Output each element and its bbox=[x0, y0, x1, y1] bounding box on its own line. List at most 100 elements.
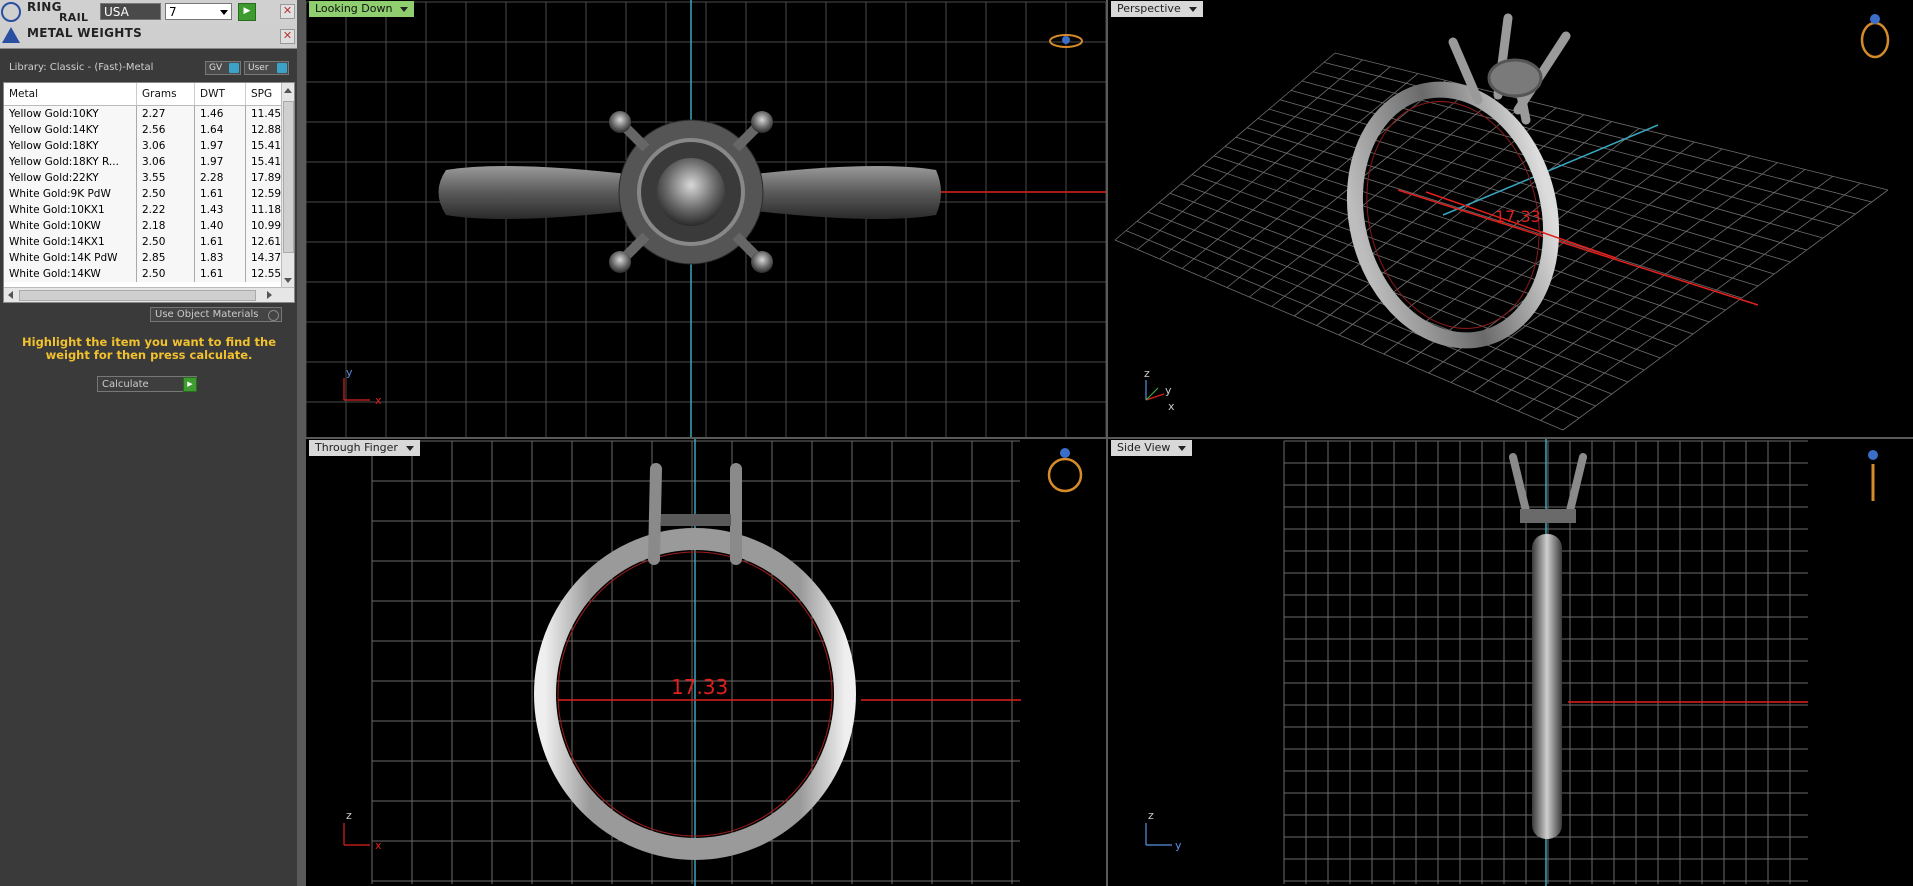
axis-label-z: z bbox=[346, 809, 352, 822]
viewport-through-finger[interactable]: 17.33 z x Through Finger bbox=[306, 439, 1106, 886]
use-object-materials-label: Use Object Materials bbox=[155, 309, 259, 320]
cell-dwt: 1.43 bbox=[194, 202, 246, 218]
view-cube-ring-icon bbox=[1868, 450, 1878, 501]
country-select[interactable]: USA bbox=[100, 3, 161, 20]
ring-rail-close-button[interactable]: ✕ bbox=[280, 4, 295, 19]
viewport-label-text: Through Finger bbox=[315, 441, 398, 454]
ring-side-profile bbox=[1532, 534, 1562, 839]
viewport-menu-looking-down[interactable]: Looking Down bbox=[309, 1, 415, 17]
user-label: User bbox=[248, 63, 269, 73]
table-row[interactable]: Yellow Gold:14KY 2.56 1.64 12.88 bbox=[4, 122, 292, 138]
cell-metal: Yellow Gold:22KY bbox=[4, 170, 137, 186]
gv-indicator-icon bbox=[229, 63, 239, 73]
scroll-left-icon[interactable] bbox=[8, 291, 13, 299]
axis-gizmo: y x bbox=[343, 366, 382, 407]
col-header-metal[interactable]: Metal bbox=[4, 83, 137, 106]
table-vertical-scrollbar[interactable] bbox=[281, 83, 294, 288]
chevron-down-icon bbox=[1188, 6, 1197, 12]
cell-grams: 2.50 bbox=[136, 234, 195, 250]
table-row[interactable]: Yellow Gold:10KY 2.27 1.46 11.45 bbox=[4, 105, 292, 122]
ring-rail-title-line1: RING bbox=[27, 0, 62, 14]
ring-rail-logo-icon bbox=[1, 2, 21, 22]
ring-rail-bar: RING RAIL USA 7 ▶ ✕ bbox=[0, 0, 297, 25]
chevron-down-icon bbox=[1178, 445, 1187, 451]
gv-label: GV bbox=[209, 63, 223, 73]
col-header-grams[interactable]: Grams bbox=[136, 83, 195, 106]
viewport-side-view[interactable]: z y Side View bbox=[1108, 439, 1913, 886]
metal-weights-table[interactable]: Metal Grams DWT SPG Yellow Gold:10KY 2.27… bbox=[3, 82, 295, 303]
metal-table: Metal Grams DWT SPG Yellow Gold:10KY 2.27… bbox=[4, 83, 292, 282]
calculate-button[interactable]: Calculate ▶ bbox=[97, 376, 197, 392]
table-horizontal-scrollbar[interactable] bbox=[4, 287, 294, 302]
prong bbox=[751, 111, 773, 133]
ring-size-select[interactable]: 7 bbox=[165, 3, 232, 20]
metal-weights-bar: METAL WEIGHTS ✕ bbox=[0, 24, 297, 49]
scroll-right-icon[interactable] bbox=[267, 291, 272, 299]
metal-weights-close-button[interactable]: ✕ bbox=[280, 29, 295, 44]
col-header-dwt[interactable]: DWT bbox=[194, 83, 246, 106]
chevron-down-icon bbox=[405, 445, 414, 451]
use-object-materials-toggle[interactable]: Use Object Materials bbox=[150, 307, 282, 322]
table-row[interactable]: White Gold:14KW 2.50 1.61 12.55 bbox=[4, 266, 292, 282]
scroll-up-icon[interactable] bbox=[284, 88, 292, 93]
cell-dwt: 1.46 bbox=[194, 105, 246, 122]
viewport-perspective[interactable]: 17.33 z x y Perspective bbox=[1108, 0, 1913, 437]
table-row[interactable]: Yellow Gold:18KY R... 3.06 1.97 15.41 bbox=[4, 154, 292, 170]
axis-label-x: x bbox=[375, 394, 382, 407]
scroll-down-icon[interactable] bbox=[284, 278, 292, 283]
cell-metal: White Gold:14KW bbox=[4, 266, 137, 282]
cell-metal: White Gold:9K PdW bbox=[4, 186, 137, 202]
calculate-play-icon: ▶ bbox=[183, 377, 197, 392]
cell-metal: Yellow Gold:10KY bbox=[4, 105, 137, 122]
metal-weights-title: METAL WEIGHTS bbox=[27, 26, 143, 40]
cell-dwt: 1.61 bbox=[194, 266, 246, 282]
cell-metal: White Gold:10KX1 bbox=[4, 202, 137, 218]
viewport-menu-side-view[interactable]: Side View bbox=[1111, 440, 1193, 456]
axis-label-x: x bbox=[1168, 400, 1175, 413]
axis-label-z: z bbox=[1144, 367, 1150, 380]
cell-metal: Yellow Gold:18KY bbox=[4, 138, 137, 154]
viewport-label-text: Side View bbox=[1117, 441, 1171, 454]
gv-toggle-button[interactable]: GV bbox=[205, 61, 241, 75]
table-row[interactable]: White Gold:10KX1 2.22 1.43 11.18 bbox=[4, 202, 292, 218]
ring-rail-title-line2: RAIL bbox=[59, 11, 89, 24]
shank-left bbox=[438, 166, 636, 219]
cell-grams: 3.06 bbox=[136, 154, 195, 170]
axis-label-z: z bbox=[1148, 809, 1154, 822]
horizontal-scroll-thumb[interactable] bbox=[19, 290, 256, 301]
scroll-thumb[interactable] bbox=[283, 101, 294, 253]
viewport-label-text: Perspective bbox=[1117, 2, 1181, 15]
viewport-looking-down[interactable]: y x Looking Down bbox=[306, 0, 1106, 437]
table-row[interactable]: White Gold:14KX1 2.50 1.61 12.61 bbox=[4, 234, 292, 250]
viewport-menu-perspective[interactable]: Perspective bbox=[1111, 1, 1203, 17]
cell-grams: 2.22 bbox=[136, 202, 195, 218]
instruction-text: Highlight the item you want to find the … bbox=[22, 335, 276, 362]
cell-metal: White Gold:14K PdW bbox=[4, 250, 137, 266]
viewport-menu-through-finger[interactable]: Through Finger bbox=[309, 440, 420, 456]
cell-metal: White Gold:14KX1 bbox=[4, 234, 137, 250]
left-panel: RING RAIL USA 7 ▶ ✕ METAL WEIGHTS ✕ Libr… bbox=[0, 0, 297, 886]
table-row[interactable]: Yellow Gold:22KY 3.55 2.28 17.89 bbox=[4, 170, 292, 186]
library-label: Library: Classic - (Fast)-Metal bbox=[9, 62, 154, 73]
table-row[interactable]: White Gold:14K PdW 2.85 1.83 14.37 bbox=[4, 250, 292, 266]
table-row[interactable]: White Gold:10KW 2.18 1.40 10.99 bbox=[4, 218, 292, 234]
table-row[interactable]: White Gold:9K PdW 2.50 1.61 12.59 bbox=[4, 186, 292, 202]
chevron-down-icon bbox=[400, 6, 409, 12]
user-indicator-icon bbox=[277, 63, 287, 73]
chevron-down-icon bbox=[220, 10, 228, 15]
ring-rail-play-button[interactable]: ▶ bbox=[238, 3, 256, 21]
view-cube-ring-icon bbox=[1047, 448, 1083, 493]
shank-right bbox=[746, 166, 941, 219]
cell-grams: 2.85 bbox=[136, 250, 195, 266]
user-toggle-button[interactable]: User bbox=[244, 61, 289, 75]
table-row[interactable]: Yellow Gold:18KY 3.06 1.97 15.41 bbox=[4, 138, 292, 154]
prong bbox=[609, 111, 631, 133]
side-view-scene: z y bbox=[1145, 439, 1878, 886]
axis-gizmo: z y bbox=[1145, 809, 1182, 852]
axis-label-y: y bbox=[1165, 384, 1172, 397]
radio-icon bbox=[268, 310, 279, 321]
cell-dwt: 1.40 bbox=[194, 218, 246, 234]
cell-metal: White Gold:10KW bbox=[4, 218, 137, 234]
looking-down-scene: y x bbox=[306, 0, 1106, 437]
dimension-label: 17.33 bbox=[1495, 207, 1541, 226]
